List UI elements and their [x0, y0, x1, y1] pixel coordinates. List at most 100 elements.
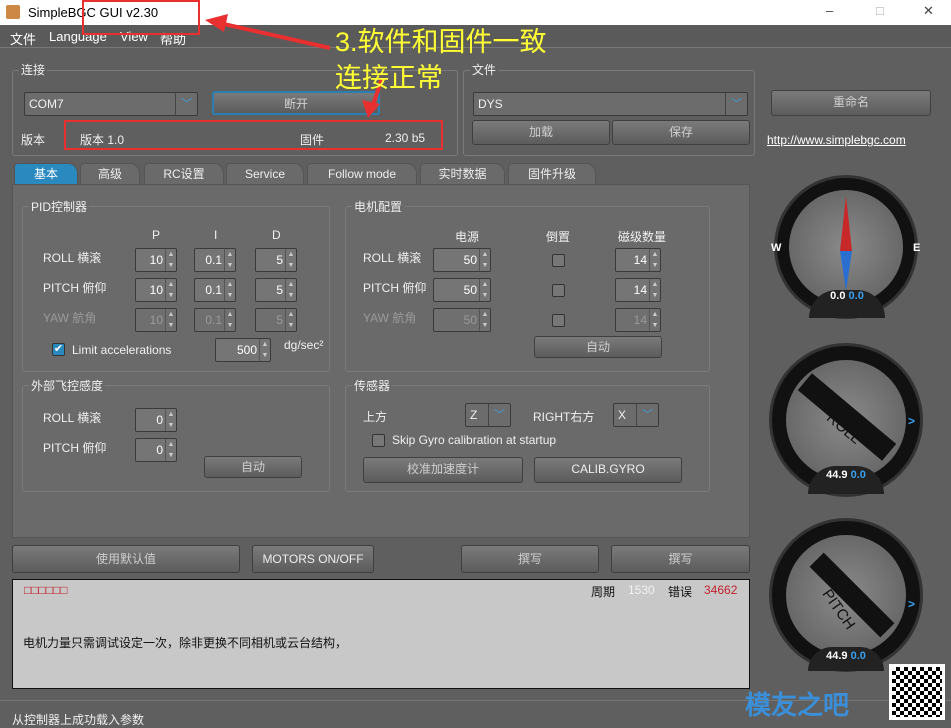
chevron-up-icon: ▲ — [479, 249, 490, 260]
skip-gyro-checkbox[interactable] — [372, 434, 385, 447]
spinner-value: 0 — [156, 443, 163, 457]
spinner-value: 10 — [149, 253, 163, 267]
spinner-value: 5 — [276, 283, 283, 297]
motor-power-spinner[interactable]: 50 ▲ ▼ — [433, 278, 491, 302]
chevron-down-icon: ▼ — [479, 320, 490, 331]
ext-spinner[interactable]: 0 ▲ ▼ — [135, 408, 177, 432]
chevron-down-icon: ▼ — [165, 260, 176, 271]
chevron-down-icon: ▼ — [649, 320, 660, 331]
ext-auto-button[interactable]: 自动 — [204, 456, 302, 478]
watermark-logo: 模友之吧 — [745, 690, 850, 720]
spinner-value: 14 — [633, 283, 647, 297]
motor-poles-spinner[interactable]: 14 ▲ ▼ — [615, 248, 661, 272]
use-defaults-button[interactable]: 使用默认值 — [12, 545, 240, 573]
pid-header: I — [214, 228, 218, 242]
pid-spinner[interactable]: 0.1 ▲ ▼ — [194, 278, 236, 302]
motor-inverted-checkbox[interactable] — [552, 284, 565, 297]
chevron-up-icon: ▲ — [224, 279, 235, 290]
chevron-up-icon: ▲ — [165, 409, 176, 420]
spinner-value: 10 — [149, 313, 163, 327]
write-button-2[interactable]: 撰写 — [611, 545, 750, 573]
sensor-title: 传感器 — [352, 377, 393, 394]
tab-0[interactable]: 基本 — [14, 163, 78, 184]
pid-spinner[interactable]: 0.1 ▲ ▼ — [194, 248, 236, 272]
compass-needle-south-icon — [840, 251, 852, 291]
pid-spinner: 10 ▲ ▼ — [135, 308, 177, 332]
spinner-value: 50 — [463, 253, 477, 267]
chevron-down-icon: ▼ — [649, 290, 660, 301]
motor-header: 磁级数量 — [618, 230, 667, 244]
chevron-up-icon: ▲ — [165, 279, 176, 290]
cycle-value: 1530 — [628, 583, 655, 597]
pid-spinner[interactable]: 5 ▲ ▼ — [255, 248, 297, 272]
motor-row-label: ROLL 横滚 — [363, 251, 422, 265]
spinner-value: 14 — [633, 253, 647, 267]
compass-west: W — [771, 242, 782, 254]
motor-power-spinner: 50 ▲ ▼ — [433, 308, 491, 332]
motor-row-label: YAW 航角 — [363, 311, 417, 325]
motor-auto-button[interactable]: 自动 — [534, 336, 662, 358]
sensor-right-select[interactable]: X ﹀ — [613, 403, 659, 427]
limit-accel-checkbox[interactable]: ✔ — [52, 343, 65, 356]
chevron-up-icon: ▲ — [165, 309, 176, 320]
pitch-value: 44.9 — [826, 650, 848, 662]
chevron-up-icon: ▲ — [649, 279, 660, 290]
tab-5[interactable]: 实时数据 — [420, 163, 505, 184]
pid-row-label: PITCH 俯仰 — [43, 281, 107, 295]
status-text: 从控制器上成功载入参数 — [12, 713, 145, 727]
error-label: 错误 — [668, 585, 693, 599]
tab-2[interactable]: RC设置 — [144, 163, 224, 184]
spinner-value: 14 — [633, 313, 647, 327]
compass-target: 0.0 — [848, 290, 864, 302]
write-button[interactable]: 撰写 — [461, 545, 599, 573]
chevron-up-icon: ▲ — [285, 249, 296, 260]
compass-value: 0.0 — [830, 290, 846, 302]
limit-accel-unit: dg/sec² — [284, 338, 324, 352]
motor-header: 倒置 — [546, 230, 571, 244]
motor-power-spinner[interactable]: 50 ▲ ▼ — [433, 248, 491, 272]
motor-poles-spinner[interactable]: 14 ▲ ▼ — [615, 278, 661, 302]
ext-spinner[interactable]: 0 ▲ ▼ — [135, 438, 177, 462]
chevron-down-icon: ▼ — [165, 320, 176, 331]
chevron-down-icon: ▼ — [285, 290, 296, 301]
motor-title: 电机配置 — [352, 198, 405, 215]
annotation-line2: 连接正常 — [335, 63, 443, 93]
spinner-value: 0.1 — [205, 313, 222, 327]
motor-inverted-checkbox[interactable] — [552, 314, 565, 327]
spinner-value: 5 — [276, 313, 283, 327]
tab-4[interactable]: Follow mode — [307, 163, 417, 184]
skip-gyro-label: Skip Gyro calibration at startup — [392, 433, 557, 447]
motors-toggle-button[interactable]: MOTORS ON/OFF — [252, 545, 374, 573]
chevron-down-icon: ▼ — [479, 260, 490, 271]
sensor-top-value: Z — [470, 408, 478, 422]
motor-inverted-checkbox[interactable] — [552, 254, 565, 267]
pid-spinner[interactable]: 10 ▲ ▼ — [135, 248, 177, 272]
chevron-up-icon: ▲ — [165, 439, 176, 450]
ext-row-label: PITCH 俯仰 — [43, 441, 107, 455]
pitch-target: 0.0 — [850, 650, 866, 662]
sensor-top-select[interactable]: Z ﹀ — [465, 403, 511, 427]
spinner-value: 0.1 — [205, 283, 222, 297]
spinner-value: 10 — [149, 283, 163, 297]
pid-header: D — [272, 228, 281, 242]
calib-gyro-button[interactable]: CALIB.GYRO — [534, 457, 682, 483]
sensor-right-value: X — [618, 408, 627, 422]
tab-6[interactable]: 固件升级 — [508, 163, 596, 184]
tab-3[interactable]: Service — [226, 163, 304, 184]
spinner-value: 50 — [463, 313, 477, 327]
spinner-value: 5 — [276, 253, 283, 267]
pid-spinner[interactable]: 5 ▲ ▼ — [255, 278, 297, 302]
limit-accel-spinner[interactable]: 500 ▲ ▼ — [215, 338, 271, 362]
pid-header: P — [152, 228, 161, 242]
chevron-up-icon: ▲ — [285, 279, 296, 290]
pitch-marker-icon: > — [908, 597, 916, 611]
spinner-value: 0.1 — [205, 253, 222, 267]
garbled-text: □□□□□□ — [24, 583, 68, 597]
chevron-down-icon: ▼ — [285, 260, 296, 271]
motor-poles-spinner: 14 ▲ ▼ — [615, 308, 661, 332]
pid-spinner[interactable]: 10 ▲ ▼ — [135, 278, 177, 302]
calib-acc-button[interactable]: 校准加速度计 — [363, 457, 523, 483]
chevron-up-icon: ▲ — [649, 309, 660, 320]
sensor-right-label: RIGHT右方 — [533, 410, 595, 424]
tab-1[interactable]: 高级 — [80, 163, 140, 184]
